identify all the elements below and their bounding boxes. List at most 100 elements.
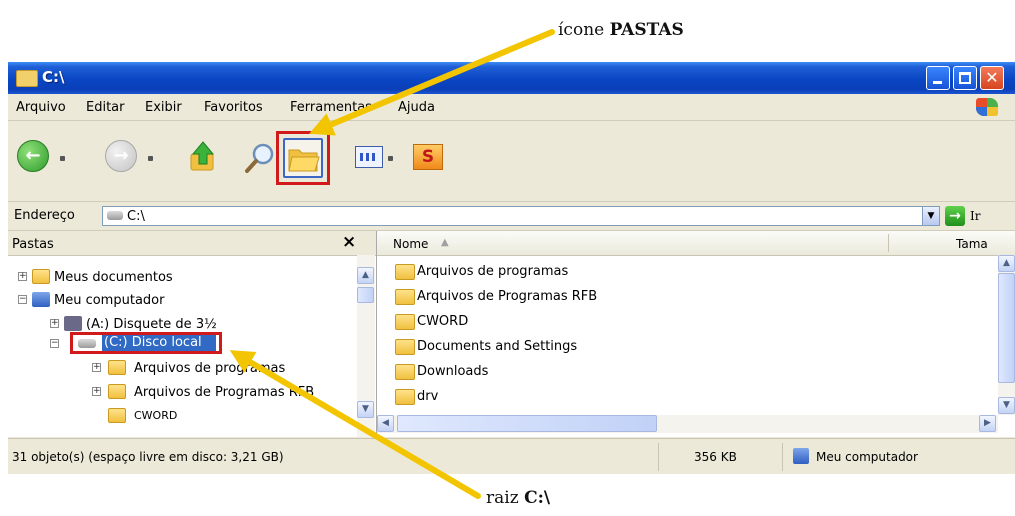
collapse-icon[interactable]: − [50, 339, 59, 348]
menu-arquivo[interactable]: Arquivo [16, 100, 66, 115]
forward-dropdown-icon[interactable] [148, 156, 153, 161]
column-divider[interactable] [888, 234, 889, 252]
explorer-window: C:\ ✕ Arquivo Editar Exibir Favoritos Fe… [8, 62, 1015, 474]
scroll-thumb[interactable] [357, 287, 374, 303]
folders-pane-header: Pastas × [8, 231, 376, 256]
tree-label: CWORD [134, 409, 178, 422]
status-location: Meu computador [816, 450, 918, 464]
folders-icon [288, 149, 320, 172]
expand-icon[interactable]: + [18, 272, 27, 281]
go-button[interactable]: Ir [970, 209, 980, 223]
column-size-header[interactable]: Tama [956, 237, 988, 251]
folders-pane-title: Pastas [12, 237, 54, 252]
contents-vertical-scrollbar[interactable]: ▲ ▼ [998, 255, 1015, 415]
folder-icon [395, 389, 415, 405]
close-button[interactable]: ✕ [980, 66, 1004, 90]
maximize-icon [959, 72, 971, 84]
tree-item-meu-computador[interactable]: − Meu computador [8, 291, 348, 311]
annotation-pastas-bold: PASTAS [609, 20, 684, 40]
tree-item-cword[interactable]: CWORD [8, 407, 348, 427]
expand-icon[interactable]: + [50, 319, 59, 328]
menu-bar: Arquivo Editar Exibir Favoritos Ferramen… [8, 94, 1015, 121]
expand-icon[interactable]: + [92, 387, 101, 396]
back-button[interactable]: ← [17, 140, 49, 172]
folders-pane-close-button[interactable]: × [342, 232, 356, 252]
toolbar [8, 121, 1015, 202]
collapse-icon[interactable]: − [18, 295, 27, 304]
address-input[interactable]: C:\ [102, 206, 924, 226]
folder-icon [16, 70, 38, 87]
list-item-label: drv [417, 389, 439, 404]
contents-pane: Nome ▲ Tama Arquivos de programas Arquiv… [377, 231, 1015, 437]
maximize-button[interactable] [953, 66, 977, 90]
menu-favoritos[interactable]: Favoritos [204, 100, 263, 115]
snagit-icon[interactable]: S [413, 144, 443, 170]
folder-icon [108, 408, 126, 423]
folder-icon [395, 339, 415, 355]
close-icon: ✕ [985, 68, 999, 87]
annotation-root-label: raiz C:\ [486, 488, 550, 508]
title-bar[interactable]: C:\ ✕ [8, 62, 1015, 94]
status-objects: 31 objeto(s) (espaço livre em disco: 3,2… [12, 450, 284, 464]
folder-icon [395, 364, 415, 380]
list-item-label: Documents and Settings [417, 339, 578, 354]
go-arrow-icon[interactable]: → [945, 206, 965, 226]
minimize-button[interactable] [926, 66, 950, 90]
annotation-root-bold: C:\ [524, 488, 551, 508]
status-bar: 31 objeto(s) (espaço livre em disco: 3,2… [8, 438, 1015, 474]
folders-scrollbar[interactable]: ▲ ▼ [357, 255, 375, 437]
status-size: 356 KB [694, 450, 737, 464]
tree-item-meus-documentos[interactable]: + Meus documentos [8, 268, 348, 288]
forward-button[interactable]: → [105, 140, 137, 172]
address-label: Endereço [14, 208, 75, 223]
folder-icon [108, 360, 126, 375]
scroll-left-icon[interactable]: ◀ [377, 415, 394, 432]
views-icon[interactable] [355, 146, 383, 168]
tree-label: Arquivos de programas [134, 361, 286, 376]
address-bar: Endereço C:\ ▼ → Ir [8, 202, 1015, 231]
scroll-thumb[interactable] [998, 273, 1015, 383]
tree-item-arquivos-de-programas[interactable]: + Arquivos de programas [8, 359, 348, 379]
up-folder-icon[interactable] [189, 140, 217, 172]
folder-icon [395, 264, 415, 280]
column-header: Nome ▲ Tama [377, 231, 1015, 256]
drive-c-highlight-box [70, 332, 222, 354]
folder-icon [395, 289, 415, 305]
menu-exibir[interactable]: Exibir [145, 100, 182, 115]
folders-button-frame [283, 138, 323, 178]
scroll-right-icon[interactable]: ▶ [979, 415, 996, 432]
folder-icon [395, 314, 415, 330]
list-item-label: Arquivos de Programas RFB [417, 289, 598, 304]
back-dropdown-icon[interactable] [60, 156, 65, 161]
list-item-label: CWORD [417, 314, 469, 329]
views-dropdown-icon[interactable] [388, 156, 393, 161]
address-value: C:\ [127, 209, 145, 224]
menu-ajuda[interactable]: Ajuda [398, 100, 435, 115]
scroll-down-icon[interactable]: ▼ [998, 397, 1015, 414]
list-item-label: Arquivos de programas [417, 264, 569, 279]
tree-label: Meus documentos [54, 270, 173, 285]
menu-ferramentas[interactable]: Ferramentas [290, 100, 372, 115]
expand-icon[interactable]: + [92, 363, 101, 372]
drive-icon [107, 211, 123, 220]
scroll-thumb[interactable] [397, 415, 657, 432]
search-icon[interactable] [244, 142, 276, 174]
tree-label: Meu computador [54, 293, 165, 308]
scroll-up-icon[interactable]: ▲ [998, 255, 1015, 272]
status-divider [782, 443, 783, 471]
annotation-pastas-label: ícone PASTAS [558, 20, 684, 40]
folder-icon [108, 384, 126, 399]
scroll-up-icon[interactable]: ▲ [357, 267, 374, 284]
annotation-pastas-prefix: ícone [558, 20, 605, 40]
computer-icon [32, 292, 50, 307]
list-item-label: Downloads [417, 364, 489, 379]
floppy-icon [64, 316, 82, 331]
scroll-down-icon[interactable]: ▼ [357, 401, 374, 418]
address-dropdown-icon[interactable]: ▼ [922, 206, 940, 226]
folders-button[interactable] [276, 131, 330, 185]
column-name-header[interactable]: Nome [393, 237, 428, 251]
menu-editar[interactable]: Editar [86, 100, 125, 115]
folders-pane: Pastas × + Meus documentos − Meu computa… [8, 231, 377, 437]
contents-horizontal-scrollbar[interactable]: ◀ ▶ [377, 415, 998, 433]
tree-item-arquivos-rfb[interactable]: + Arquivos de Programas RFB [8, 383, 348, 403]
